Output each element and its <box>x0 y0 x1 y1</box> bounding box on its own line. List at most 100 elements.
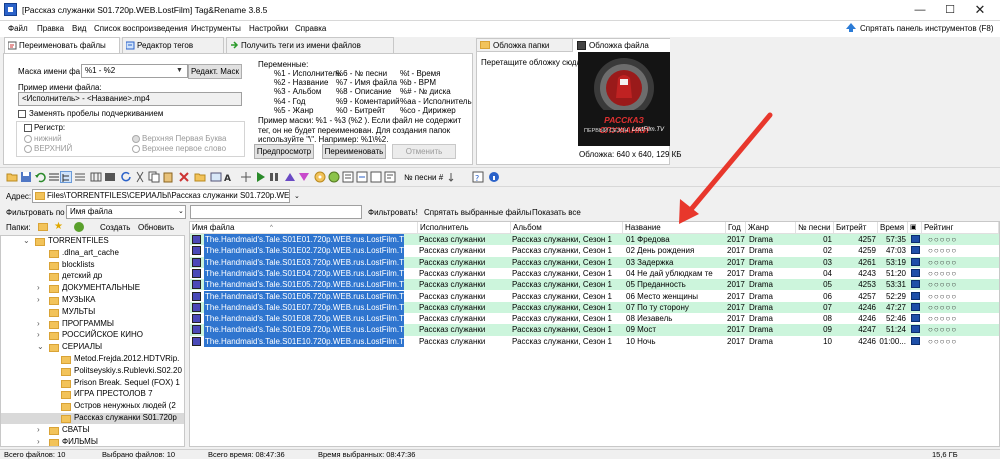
cell-time[interactable]: 01:00... <box>878 336 906 347</box>
tree-item[interactable]: ⌄ TORRENTFILES <box>1 236 184 247</box>
delete-icon[interactable] <box>178 171 190 183</box>
mask-input[interactable]: %1 - %2 <box>81 64 188 78</box>
list-view-icon[interactable] <box>48 171 60 183</box>
menu-item[interactable]: Вид <box>72 24 86 33</box>
details-view-icon[interactable] <box>74 171 86 183</box>
cell-time[interactable]: 47:27 <box>878 302 906 313</box>
rating-stars[interactable]: ○○○○○ <box>928 324 996 335</box>
sort-down-icon[interactable] <box>298 171 310 183</box>
cell-artist[interactable]: Рассказ служанки <box>419 234 509 245</box>
menu-item[interactable]: Настройки <box>249 24 288 33</box>
table-row[interactable]: The.Handmaid's.Tale.S01E09.720p.WEB.rus.… <box>190 324 999 336</box>
cell-year[interactable]: 2017 <box>727 245 745 256</box>
track-no-button[interactable]: № песни # <box>404 173 443 182</box>
cell-year[interactable]: 2017 <box>727 257 745 268</box>
chevron-down-icon[interactable]: ⌄ <box>294 192 300 200</box>
expand-icon[interactable]: › <box>37 330 40 341</box>
report-icon[interactable] <box>384 171 396 183</box>
cell-track[interactable]: 10 <box>796 336 832 347</box>
col-picture[interactable]: ▣ <box>908 222 922 234</box>
rating-stars[interactable]: ○○○○○ <box>928 336 996 347</box>
tree-item[interactable]: Остров ненужных людей (2 <box>1 401 184 412</box>
menu-item[interactable]: Инструменты <box>191 24 241 33</box>
info-icon[interactable] <box>488 171 500 183</box>
cell-album[interactable]: Рассказ служанки, Сезон 1 <box>512 234 622 245</box>
cell-artist[interactable]: Рассказ служанки <box>419 245 509 256</box>
radio-lower[interactable] <box>24 135 32 143</box>
tree-item[interactable]: › ПРОГРАММЫ <box>1 319 184 330</box>
tree-item[interactable]: Prison Break. Sequel (FOX) 1 <box>1 378 184 389</box>
cell-artist[interactable]: Рассказ служанки <box>419 324 509 335</box>
menu-item[interactable]: Файл <box>8 24 28 33</box>
table-row[interactable]: The.Handmaid's.Tale.S01E05.720p.WEB.rus.… <box>190 279 999 291</box>
folder-icon[interactable] <box>38 223 48 231</box>
cell-bitrate[interactable]: 4246 <box>834 336 876 347</box>
expand-icon[interactable]: › <box>37 295 40 306</box>
cell-filename[interactable]: The.Handmaid's.Tale.S01E10.720p.WEB.rus.… <box>204 335 404 347</box>
menu-item[interactable]: Правка <box>37 24 64 33</box>
cancel-button[interactable]: Отменить <box>392 144 456 159</box>
cell-time[interactable]: 52:29 <box>878 291 906 302</box>
cell-album[interactable]: Рассказ служанки, Сезон 1 <box>512 336 622 347</box>
rating-stars[interactable]: ○○○○○ <box>928 257 996 268</box>
cell-title[interactable]: 06 Место женщины <box>626 291 726 302</box>
tree-item[interactable]: ⌄ СЕРИАЛЫ <box>1 342 184 353</box>
cell-genre[interactable]: Drama <box>749 279 794 290</box>
cell-genre[interactable]: Drama <box>749 257 794 268</box>
cell-bitrate[interactable]: 4247 <box>834 324 876 335</box>
cell-album[interactable]: Рассказ служанки, Сезон 1 <box>512 279 622 290</box>
cell-artist[interactable]: Рассказ служанки <box>419 302 509 313</box>
cell-title[interactable]: 02 День рождения <box>626 245 726 256</box>
table-row[interactable]: The.Handmaid's.Tale.S01E10.720p.WEB.rus.… <box>190 335 999 347</box>
cell-title[interactable]: 05 Преданность <box>626 279 726 290</box>
cell-album[interactable]: Рассказ служанки, Сезон 1 <box>512 302 622 313</box>
star-icon[interactable]: ★ <box>54 221 63 232</box>
cell-track[interactable]: 06 <box>796 291 832 302</box>
col-title[interactable]: Название <box>623 222 726 234</box>
hide-selected-button[interactable]: Спрятать выбранные файлы <box>424 208 531 217</box>
tag-icon[interactable] <box>210 171 222 183</box>
cell-album[interactable]: Рассказ служанки, Сезон 1 <box>512 324 622 335</box>
address-input[interactable]: Files\TORRENTFILES\СЕРИАЛЫ\Рассказ служа… <box>32 189 290 203</box>
cell-artist[interactable]: Рассказ служанки <box>419 279 509 290</box>
cell-year[interactable]: 2017 <box>727 302 745 313</box>
filter-apply-button[interactable]: Фильтровать! <box>368 208 418 217</box>
numbering-icon[interactable] <box>240 171 252 183</box>
cell-genre[interactable]: Drama <box>749 268 794 279</box>
cell-bitrate[interactable]: 4246 <box>834 302 876 313</box>
cut-icon[interactable] <box>134 171 146 183</box>
cell-genre[interactable]: Drama <box>749 313 794 324</box>
cell-title[interactable]: 01 Фредова <box>626 234 726 245</box>
cd-icon[interactable] <box>314 171 326 183</box>
cell-year[interactable]: 2017 <box>727 336 745 347</box>
cell-track[interactable]: 09 <box>796 324 832 335</box>
sort-up-icon[interactable] <box>284 171 296 183</box>
cell-track[interactable]: 03 <box>796 257 832 268</box>
cell-album[interactable]: Рассказ служанки, Сезон 1 <box>512 291 622 302</box>
tree-item[interactable]: blocklists <box>1 260 184 271</box>
paste-icon[interactable] <box>162 171 174 183</box>
radio-sentence-case[interactable] <box>132 145 140 153</box>
cell-bitrate[interactable]: 4259 <box>834 245 876 256</box>
filter-field-select[interactable]: Имя файла <box>66 205 186 219</box>
expand-icon[interactable]: › <box>37 425 40 436</box>
open-folder-icon[interactable] <box>6 171 18 183</box>
cell-year[interactable]: 2017 <box>727 291 745 302</box>
col-time[interactable]: Время <box>878 222 908 234</box>
sort-mode-icon[interactable] <box>448 171 460 183</box>
rating-stars[interactable]: ○○○○○ <box>928 291 996 302</box>
close-button[interactable]: ✕ <box>965 0 995 20</box>
cell-time[interactable]: 52:46 <box>878 313 906 324</box>
expand-icon[interactable]: ⌄ <box>23 236 30 247</box>
hide-toolbar-button[interactable]: Спрятать панель инструментов (F8) <box>860 24 994 33</box>
col-year[interactable]: Год <box>726 222 746 234</box>
filter-input[interactable] <box>190 205 362 219</box>
cell-year[interactable]: 2017 <box>727 268 745 279</box>
col-rating[interactable]: Рейтинг <box>922 222 999 234</box>
chevron-down-icon[interactable]: ⌄ <box>178 207 184 215</box>
tab-tag-editor[interactable]: Редактор тегов (Ctrl+F4) <box>122 37 224 65</box>
tree-item[interactable]: .dlna_art_cache <box>1 248 184 259</box>
cell-filename[interactable]: The.Handmaid's.Tale.S01E05.720p.WEB.rus.… <box>204 279 404 291</box>
table-row[interactable]: The.Handmaid's.Tale.S01E03.720p.WEB.rus.… <box>190 256 999 268</box>
cell-genre[interactable]: Drama <box>749 234 794 245</box>
